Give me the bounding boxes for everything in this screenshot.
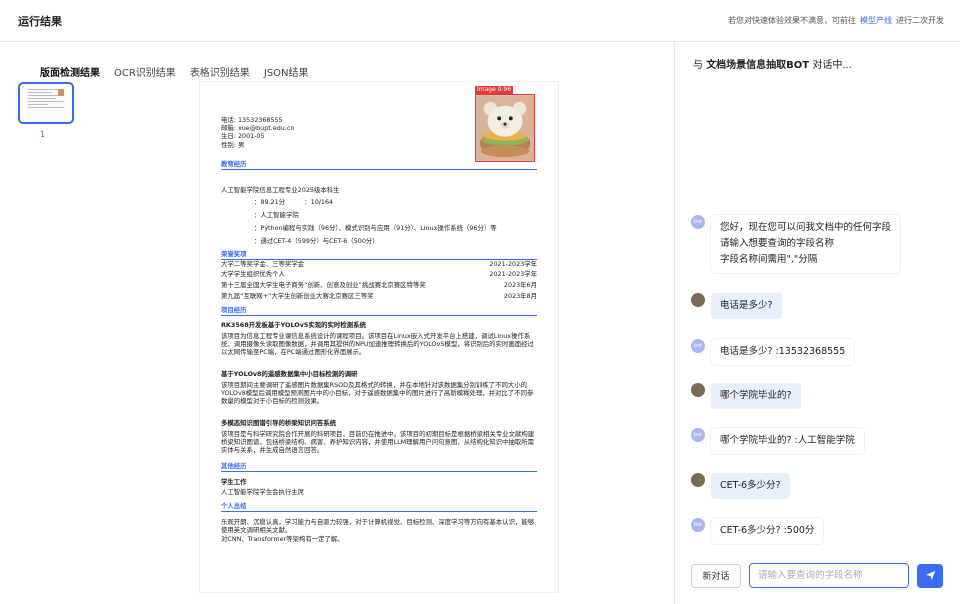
user-avatar	[691, 383, 705, 397]
document-page: Image 0.96 电话: 13532368555 邮箱: xue@bupt.…	[200, 82, 558, 592]
chat-title-prefix: 与	[693, 60, 703, 71]
tab-ocr[interactable]: OCR识别结果	[114, 64, 176, 79]
bot-name: 文档场景信息抽取BOT	[706, 60, 810, 71]
edu-detail: ：Python编程与实践（96分）、模式识别与应用（91分）、Linux操作系统…	[254, 224, 497, 232]
contact-gender: 性别: 男	[221, 140, 245, 149]
summary-text: 对CNN、Transformer等架构有一定了解。	[221, 535, 344, 543]
honor-date: 2021-2023学年	[489, 260, 537, 268]
section-other: 其他经历	[221, 462, 537, 473]
chat-message-bot: bot 哪个学院毕业的? :人工智能学院	[691, 428, 864, 454]
result-tabs: 版面检测结果 OCR识别结果 表格识别结果 JSON结果	[40, 64, 308, 79]
education-line: 人工智能学院信息工程专业2025级本科生	[221, 186, 340, 194]
honor-date: 2021-2023学年	[489, 270, 537, 278]
message-text: 哪个学院毕业的?	[711, 383, 801, 409]
chat-message-bot: bot CET-6多少分? :500分	[691, 518, 824, 544]
bot-avatar: bot	[691, 518, 705, 532]
profile-photo: Image 0.96	[475, 86, 535, 162]
honor-row: 第九届“互联网+”大学生创新创业大赛北京赛区三等奖 2023年8月	[221, 292, 537, 300]
chat-message-bot: bot 电话是多少? :13532368555	[691, 339, 855, 365]
bot-avatar: bot	[691, 428, 705, 442]
page-thumbnail[interactable]	[18, 82, 74, 124]
chat-message-user: CET-6多少分?	[691, 473, 790, 499]
chat-message-bot: bot 您好，现在您可以问我文档中的任何字段 请输入想要查询的字段名称 字段名称…	[691, 215, 901, 273]
other-text: 人工智能学院学生会执行主席	[221, 488, 305, 496]
model-pipeline-link[interactable]: 模型产线	[860, 16, 892, 25]
summary-text: 乐观开朗、沉稳认真，学习能力与自驱力较强，对于计算机视觉、目标检测、深度学习等方…	[221, 518, 535, 535]
bot-avatar: bot	[691, 215, 705, 229]
section-summary: 个人总结	[221, 502, 537, 513]
project-title: 多模态知识图谱引导的桥梁知识问答系统	[221, 419, 337, 427]
other-title: 学生工作	[221, 478, 247, 486]
chat-panel: 与 文档场景信息抽取BOT 对话中... bot 您好，现在您可以问我文档中的任…	[674, 42, 960, 604]
edu-detail: ：人工智能学院	[254, 211, 299, 219]
section-projects: 项目经历	[221, 306, 537, 317]
project-desc: 该项目是与科学研究院合作开展的科研项目，目前仍在推进中。该项目的初期目标是根据桥…	[221, 430, 535, 455]
message-text: 电话是多少? :13532368555	[711, 339, 855, 365]
contact-phone: 电话: 13532368555	[221, 116, 283, 124]
message-text: CET-6多少分?	[711, 473, 790, 499]
project-desc: 该项目期间主要调研了遥感图片数据集RSOD及其格式的转换，并在本地针对该数据集分…	[221, 381, 534, 406]
chat-composer: 新对话	[691, 563, 943, 588]
chat-message-user: 哪个学院毕业的?	[691, 383, 801, 409]
thumbnail-preview	[26, 87, 66, 119]
result-panel: 版面检测结果 OCR识别结果 表格识别结果 JSON结果 1 Image 0.9…	[0, 42, 674, 604]
tip-prefix: 若您对快速体验效果不满意，可前往	[728, 16, 856, 25]
chat-title: 与 文档场景信息抽取BOT 对话中...	[693, 56, 852, 71]
tab-json[interactable]: JSON结果	[264, 64, 309, 79]
message-text: CET-6多少分? :500分	[711, 518, 824, 544]
detection-label: Image 0.96	[475, 86, 514, 94]
project-desc: 该项目为信息工程专业课信息系统设计的课程项目。该项目在Linux嵌入式开发平台上…	[221, 332, 534, 357]
honor-row: 大学二等奖学金、三等奖学金 2021-2023学年	[221, 260, 537, 268]
tab-table[interactable]: 表格识别结果	[190, 64, 250, 79]
message-text: 哪个学院毕业的? :人工智能学院	[711, 428, 864, 454]
project-title: RK3568开发板基于YOLOv5实现的实时检测系统	[221, 321, 366, 329]
user-avatar	[691, 473, 705, 487]
project-title: 基于YOLOv8的遥感数据集中小目标检测的调研	[221, 370, 358, 378]
header-tip: 若您对快速体验效果不满意，可前往 模型产线 进行二次开发	[728, 15, 944, 26]
send-button[interactable]	[917, 563, 943, 588]
message-text: 您好，现在您可以问我文档中的任何字段 请输入想要查询的字段名称 字段名称间需用"…	[711, 215, 901, 273]
send-icon	[925, 570, 935, 581]
honor-row: 第十三届全国大学生电子商务“创新、创意及创业”挑战赛北京赛区特等奖 2023年6月	[221, 281, 537, 289]
chat-message-user: 电话是多少?	[691, 293, 782, 319]
tip-suffix: 进行二次开发	[896, 16, 944, 25]
honor-date: 2023年6月	[503, 281, 537, 289]
user-avatar	[691, 293, 705, 307]
tab-layout-detection[interactable]: 版面检测结果	[40, 64, 100, 79]
chat-title-suffix: 对话中...	[812, 60, 852, 71]
new-chat-button[interactable]: 新对话	[691, 563, 741, 588]
message-text: 电话是多少?	[711, 293, 782, 319]
honor-name: 第九届“互联网+”大学生创新创业大赛北京赛区三等奖	[221, 292, 374, 300]
honor-date: 2023年8月	[503, 292, 537, 300]
page-number: 1	[40, 130, 46, 139]
section-education: 教育经历	[221, 160, 537, 171]
honor-name: 第十三届全国大学生电子商务“创新、创意及创业”挑战赛北京赛区特等奖	[221, 281, 426, 289]
contact-info: 电话: 13532368555 邮箱: xue@bupt.edu.cn 生日: …	[221, 116, 294, 149]
top-bar: 运行结果 若您对快速体验效果不满意，可前往 模型产线 进行二次开发	[0, 0, 960, 42]
page-title: 运行结果	[18, 14, 62, 28]
edu-detail: ：通过CET-4（599分）与CET-6（500分）	[254, 237, 379, 245]
edu-detail: ：89.21分 ：10/164	[254, 198, 334, 206]
honor-name: 大学学生组织优秀个人	[221, 270, 285, 278]
teddy-bear-image	[476, 95, 534, 161]
honor-name: 大学二等奖学金、三等奖学金	[221, 260, 305, 268]
honor-row: 大学学生组织优秀个人 2021-2023学年	[221, 270, 537, 278]
section-honors: 荣誉奖项	[221, 250, 537, 261]
bot-avatar: bot	[691, 339, 705, 353]
contact-birthday: 生日: 2001-05	[221, 132, 265, 141]
query-input[interactable]	[749, 563, 909, 588]
